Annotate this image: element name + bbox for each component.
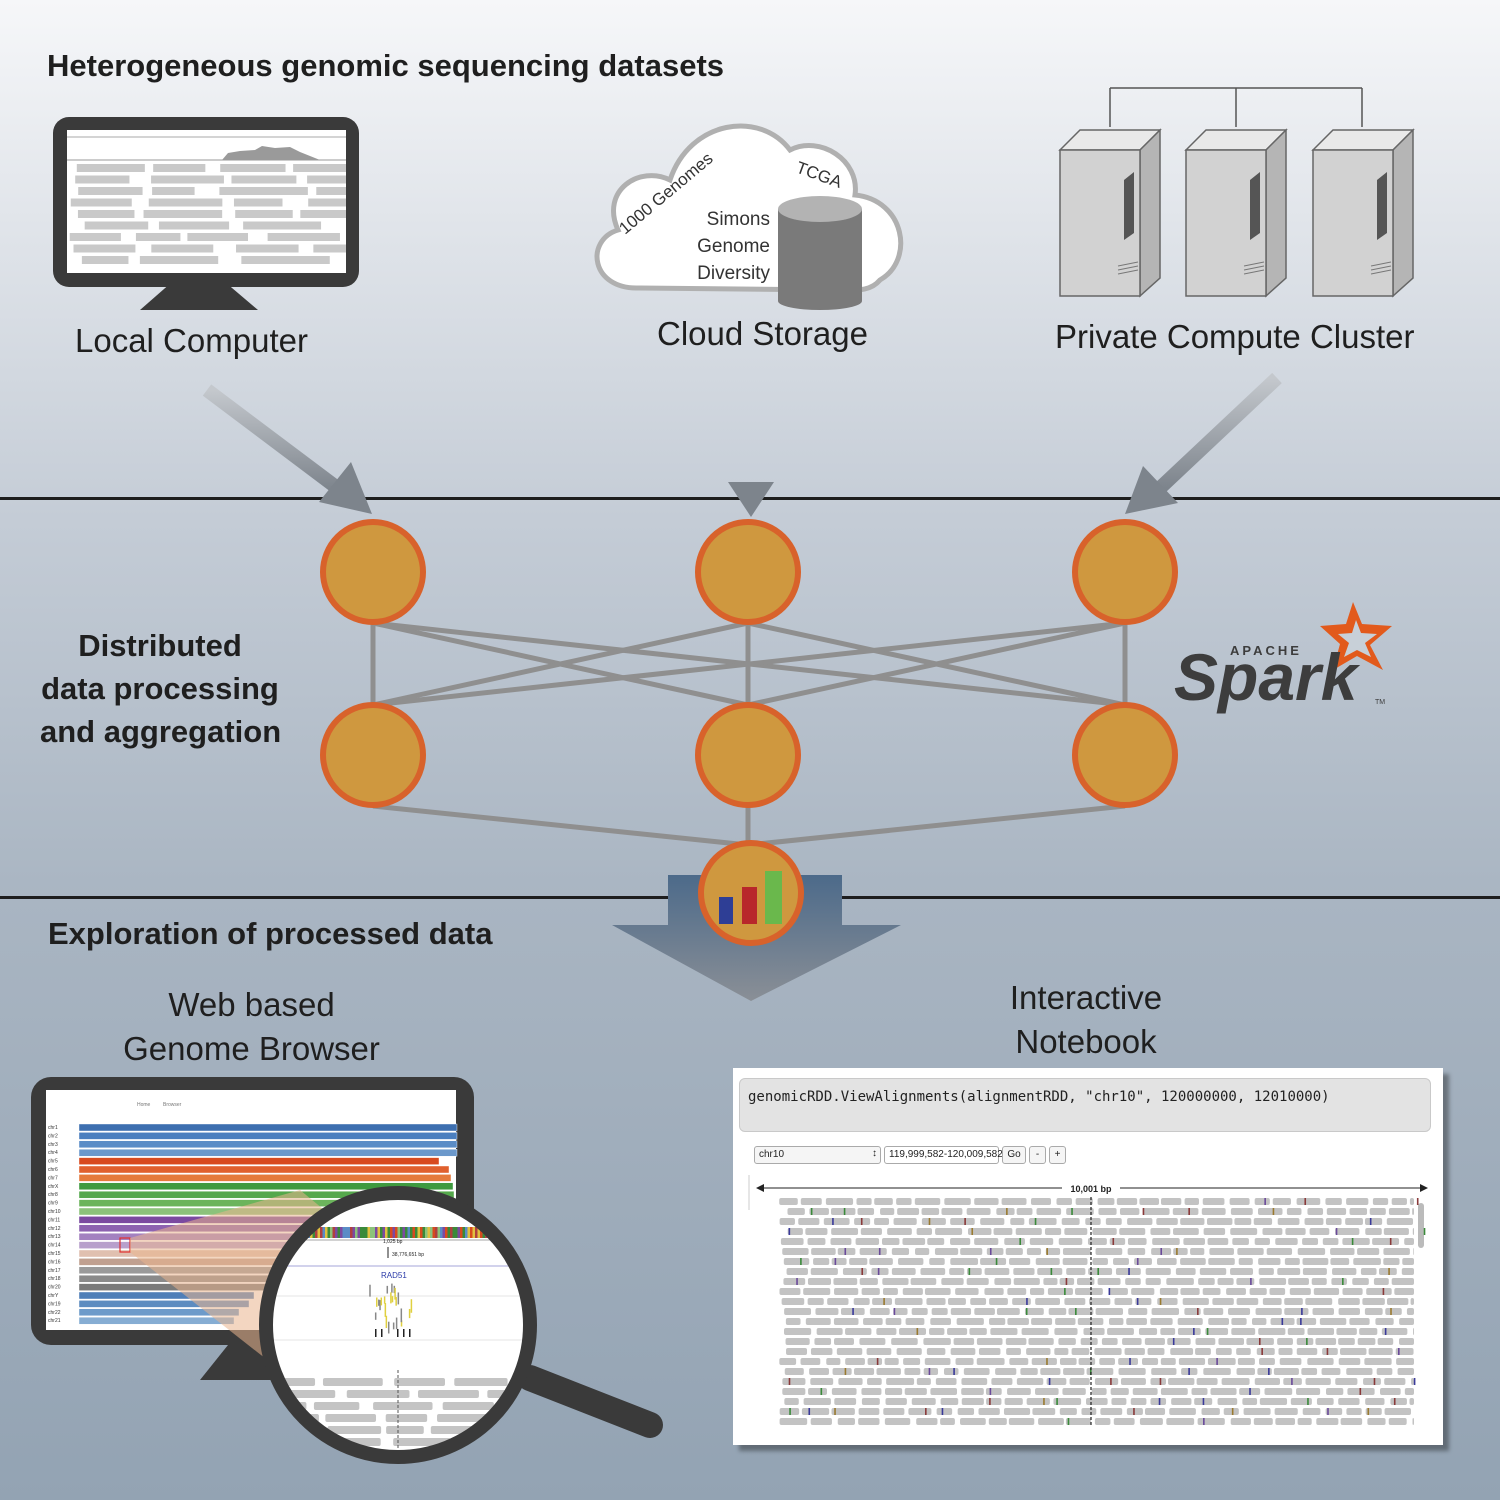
zoom-in-button[interactable]: +: [1049, 1146, 1066, 1164]
genome-browser-title-line-1: Web based: [168, 986, 335, 1023]
datasets-section-title: Heterogeneous genomic sequencing dataset…: [47, 48, 725, 83]
notebook-title-line-1: Interactive: [1009, 979, 1163, 1016]
notebook-title: Interactive Notebook: [1000, 976, 1172, 1064]
cloud-storage-label: Cloud Storage: [657, 315, 868, 352]
range-input[interactable]: 119,999,582-120,009,582: [884, 1146, 1003, 1164]
exploration-section-title: Exploration of processed data: [48, 916, 493, 951]
go-button[interactable]: Go: [1002, 1146, 1026, 1164]
chromosome-select[interactable]: chr10 ↕: [754, 1146, 881, 1164]
processing-title-line-2: data processing: [41, 671, 279, 706]
processing-title-line-1: Distributed: [78, 628, 242, 663]
genome-browser-title: Web based Genome Browser: [109, 983, 394, 1071]
select-arrow-icon: ↕: [872, 1148, 877, 1159]
chromosome-select-value: chr10: [759, 1149, 785, 1160]
section-divider-top: [0, 497, 1500, 500]
section-divider-bottom: [0, 896, 1500, 899]
notebook-title-line-2: Notebook: [1015, 1023, 1157, 1060]
processing-section-title: Distributed data processing and aggregat…: [40, 624, 282, 753]
genome-browser-title-line-2: Genome Browser: [123, 1030, 380, 1067]
notebook-code-cell[interactable]: genomicRDD.ViewAlignments(alignmentRDD, …: [739, 1078, 1431, 1132]
zoom-out-button[interactable]: -: [1029, 1146, 1046, 1164]
private-cluster-label: Private Compute Cluster: [1055, 318, 1415, 355]
local-computer-label: Local Computer: [75, 322, 308, 359]
processing-title-line-3: and aggregation: [40, 714, 282, 749]
